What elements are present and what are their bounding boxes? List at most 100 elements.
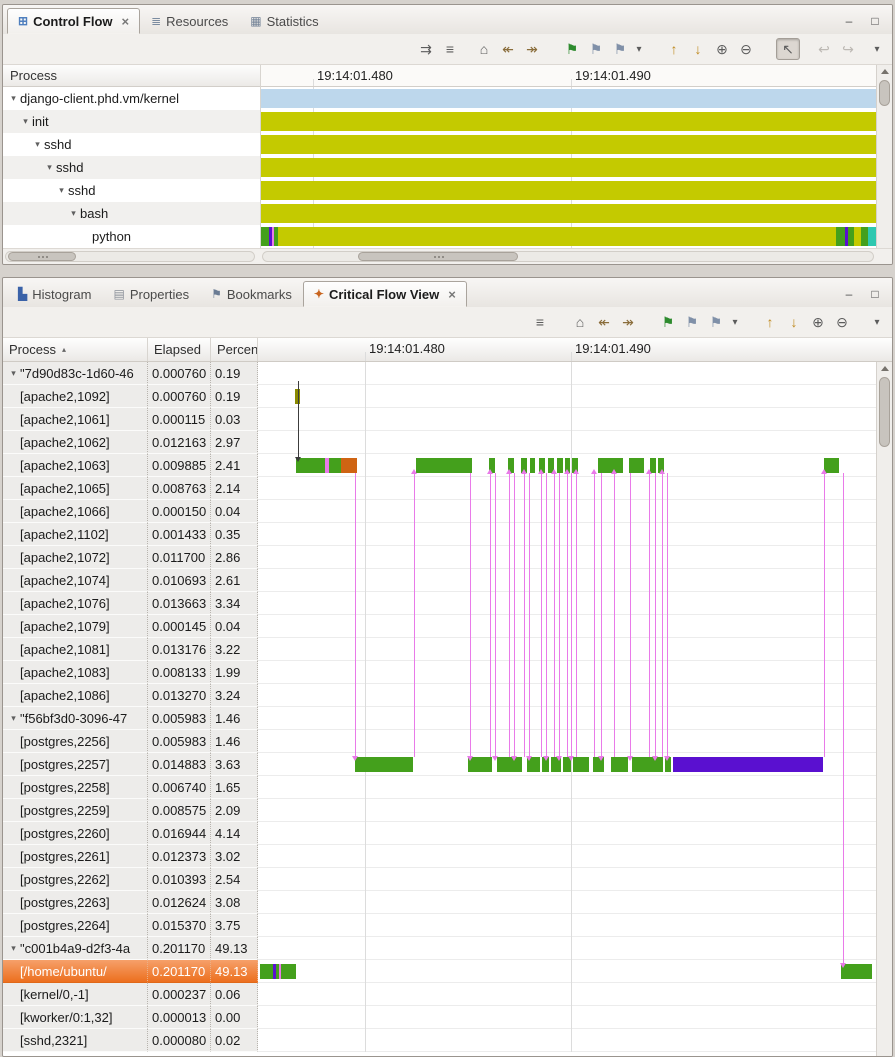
prev-bookmark-icon[interactable]: ⚑ bbox=[584, 38, 608, 60]
tree-row[interactable]: ▾init bbox=[3, 110, 260, 133]
state-bar[interactable] bbox=[573, 757, 589, 772]
tab-bookmarks[interactable]: ⚑Bookmarks bbox=[200, 281, 303, 307]
zoom-in-icon[interactable]: ⊕ bbox=[710, 38, 734, 60]
dropdown-arrow-icon[interactable]: ▾ bbox=[728, 311, 742, 333]
tree-row[interactable]: ▾sshd bbox=[3, 156, 260, 179]
add-bookmark-icon[interactable]: ⚑ bbox=[656, 311, 680, 333]
state-bar[interactable] bbox=[341, 458, 357, 473]
tab-control-flow[interactable]: ⊞Control Flow× bbox=[7, 8, 140, 34]
expand-icon[interactable]: ▾ bbox=[7, 943, 20, 954]
tree-row[interactable]: ▾bash bbox=[3, 202, 260, 225]
view-menu-icon[interactable]: ▾ bbox=[870, 311, 884, 333]
process-column-header[interactable]: Process ▴ bbox=[3, 338, 148, 361]
state-bar[interactable] bbox=[530, 458, 535, 473]
tab-histogram[interactable]: ▙Histogram bbox=[7, 281, 102, 307]
percent-column-header[interactable]: Percent bbox=[211, 338, 258, 361]
expand-icon[interactable]: ▾ bbox=[19, 116, 32, 127]
state-bar[interactable] bbox=[261, 89, 876, 108]
zoom-in-icon[interactable]: ⊕ bbox=[806, 311, 830, 333]
state-bar[interactable] bbox=[836, 227, 845, 246]
zoom-out-icon[interactable]: ⊖ bbox=[830, 311, 854, 333]
state-row[interactable] bbox=[261, 87, 876, 110]
state-bar[interactable] bbox=[497, 757, 522, 772]
state-bar[interactable] bbox=[329, 458, 341, 473]
next-bookmark-icon[interactable]: ⚑ bbox=[608, 38, 632, 60]
state-row[interactable] bbox=[261, 179, 876, 202]
prev-bookmark-icon[interactable]: ⚑ bbox=[680, 311, 704, 333]
align-views-icon[interactable]: ⇉ bbox=[414, 38, 438, 60]
critical-path-canvas[interactable] bbox=[258, 362, 876, 1052]
close-icon[interactable]: × bbox=[448, 287, 456, 302]
add-bookmark-icon[interactable]: ⚑ bbox=[560, 38, 584, 60]
state-bar[interactable] bbox=[611, 757, 628, 772]
arrow-down-icon[interactable]: ↓ bbox=[686, 38, 710, 60]
timeline-canvas[interactable] bbox=[261, 87, 876, 248]
state-bar[interactable] bbox=[868, 227, 876, 246]
scrollbar-thumb[interactable] bbox=[879, 80, 890, 106]
show-legend-icon[interactable]: ≡ bbox=[528, 311, 552, 333]
expand-icon[interactable]: ▾ bbox=[31, 139, 44, 150]
state-row[interactable] bbox=[261, 110, 876, 133]
maximize-icon[interactable]: □ bbox=[868, 15, 882, 27]
expand-icon[interactable]: ▾ bbox=[7, 93, 20, 104]
dropdown-arrow-icon[interactable]: ▾ bbox=[632, 38, 646, 60]
scrollbar-thumb[interactable] bbox=[879, 377, 890, 447]
tab-critical-flow-view[interactable]: ✦Critical Flow View× bbox=[303, 281, 467, 307]
state-bar[interactable] bbox=[261, 112, 876, 131]
scrollbar-thumb[interactable] bbox=[358, 252, 518, 261]
state-bar[interactable] bbox=[629, 458, 644, 473]
tree-row[interactable]: ▾sshd bbox=[3, 133, 260, 156]
state-bar[interactable] bbox=[281, 964, 296, 979]
zoom-out-icon[interactable]: ⊖ bbox=[734, 38, 758, 60]
process-column-header[interactable]: Process bbox=[3, 65, 260, 87]
state-row[interactable] bbox=[261, 225, 876, 248]
tab-statistics[interactable]: ▦Statistics bbox=[239, 8, 329, 34]
show-legend-icon[interactable]: ≡ bbox=[438, 38, 462, 60]
state-bar[interactable] bbox=[673, 757, 823, 772]
state-bar[interactable] bbox=[260, 964, 273, 979]
tree-row[interactable]: python bbox=[3, 225, 260, 248]
vertical-scrollbar[interactable] bbox=[876, 362, 892, 1056]
next-event-icon[interactable]: ↠ bbox=[616, 311, 640, 333]
state-bar[interactable] bbox=[416, 458, 472, 473]
reset-time-icon[interactable]: ⌂ bbox=[568, 311, 592, 333]
state-bar[interactable] bbox=[261, 181, 876, 200]
minimize-icon[interactable]: – bbox=[842, 288, 856, 300]
state-bar[interactable] bbox=[261, 135, 876, 154]
state-bar[interactable] bbox=[261, 158, 876, 177]
prev-event-icon[interactable]: ↞ bbox=[592, 311, 616, 333]
state-row[interactable] bbox=[261, 133, 876, 156]
expand-icon[interactable]: ▾ bbox=[7, 368, 20, 379]
elapsed-column-header[interactable]: Elapsed bbox=[148, 338, 211, 361]
view-menu-icon[interactable]: ▾ bbox=[870, 38, 884, 60]
expand-icon[interactable]: ▾ bbox=[7, 713, 20, 724]
select-mode-icon[interactable]: ↖ bbox=[776, 38, 800, 60]
minimize-icon[interactable]: – bbox=[842, 15, 856, 27]
state-bar[interactable] bbox=[278, 227, 836, 246]
state-bar[interactable] bbox=[557, 458, 563, 473]
maximize-icon[interactable]: □ bbox=[868, 288, 882, 300]
tree-row[interactable]: ▾sshd bbox=[3, 179, 260, 202]
expand-icon[interactable]: ▾ bbox=[67, 208, 80, 219]
timeline-horizontal-scrollbar[interactable] bbox=[262, 251, 874, 262]
tab-resources[interactable]: ≣Resources bbox=[140, 8, 239, 34]
close-icon[interactable]: × bbox=[122, 14, 130, 29]
state-bar[interactable] bbox=[261, 204, 876, 223]
next-event-icon[interactable]: ↠ bbox=[520, 38, 544, 60]
tree-horizontal-scrollbar[interactable] bbox=[5, 251, 255, 262]
arrow-down-icon[interactable]: ↓ bbox=[782, 311, 806, 333]
state-bar[interactable] bbox=[861, 227, 868, 246]
state-bar[interactable] bbox=[854, 227, 861, 246]
scroll-up-icon[interactable] bbox=[877, 65, 892, 78]
state-bar[interactable] bbox=[355, 757, 413, 772]
state-bar[interactable] bbox=[632, 757, 663, 772]
vertical-scrollbar[interactable] bbox=[876, 65, 892, 248]
tab-properties[interactable]: ▤Properties bbox=[102, 281, 200, 307]
state-row[interactable] bbox=[261, 156, 876, 179]
state-row[interactable] bbox=[261, 202, 876, 225]
tree-row[interactable]: ▾django-client.phd.vm/kernel bbox=[3, 87, 260, 110]
next-bookmark-icon[interactable]: ⚑ bbox=[704, 311, 728, 333]
state-bar[interactable] bbox=[261, 227, 269, 246]
arrow-up-icon[interactable]: ↑ bbox=[662, 38, 686, 60]
reset-time-icon[interactable]: ⌂ bbox=[472, 38, 496, 60]
